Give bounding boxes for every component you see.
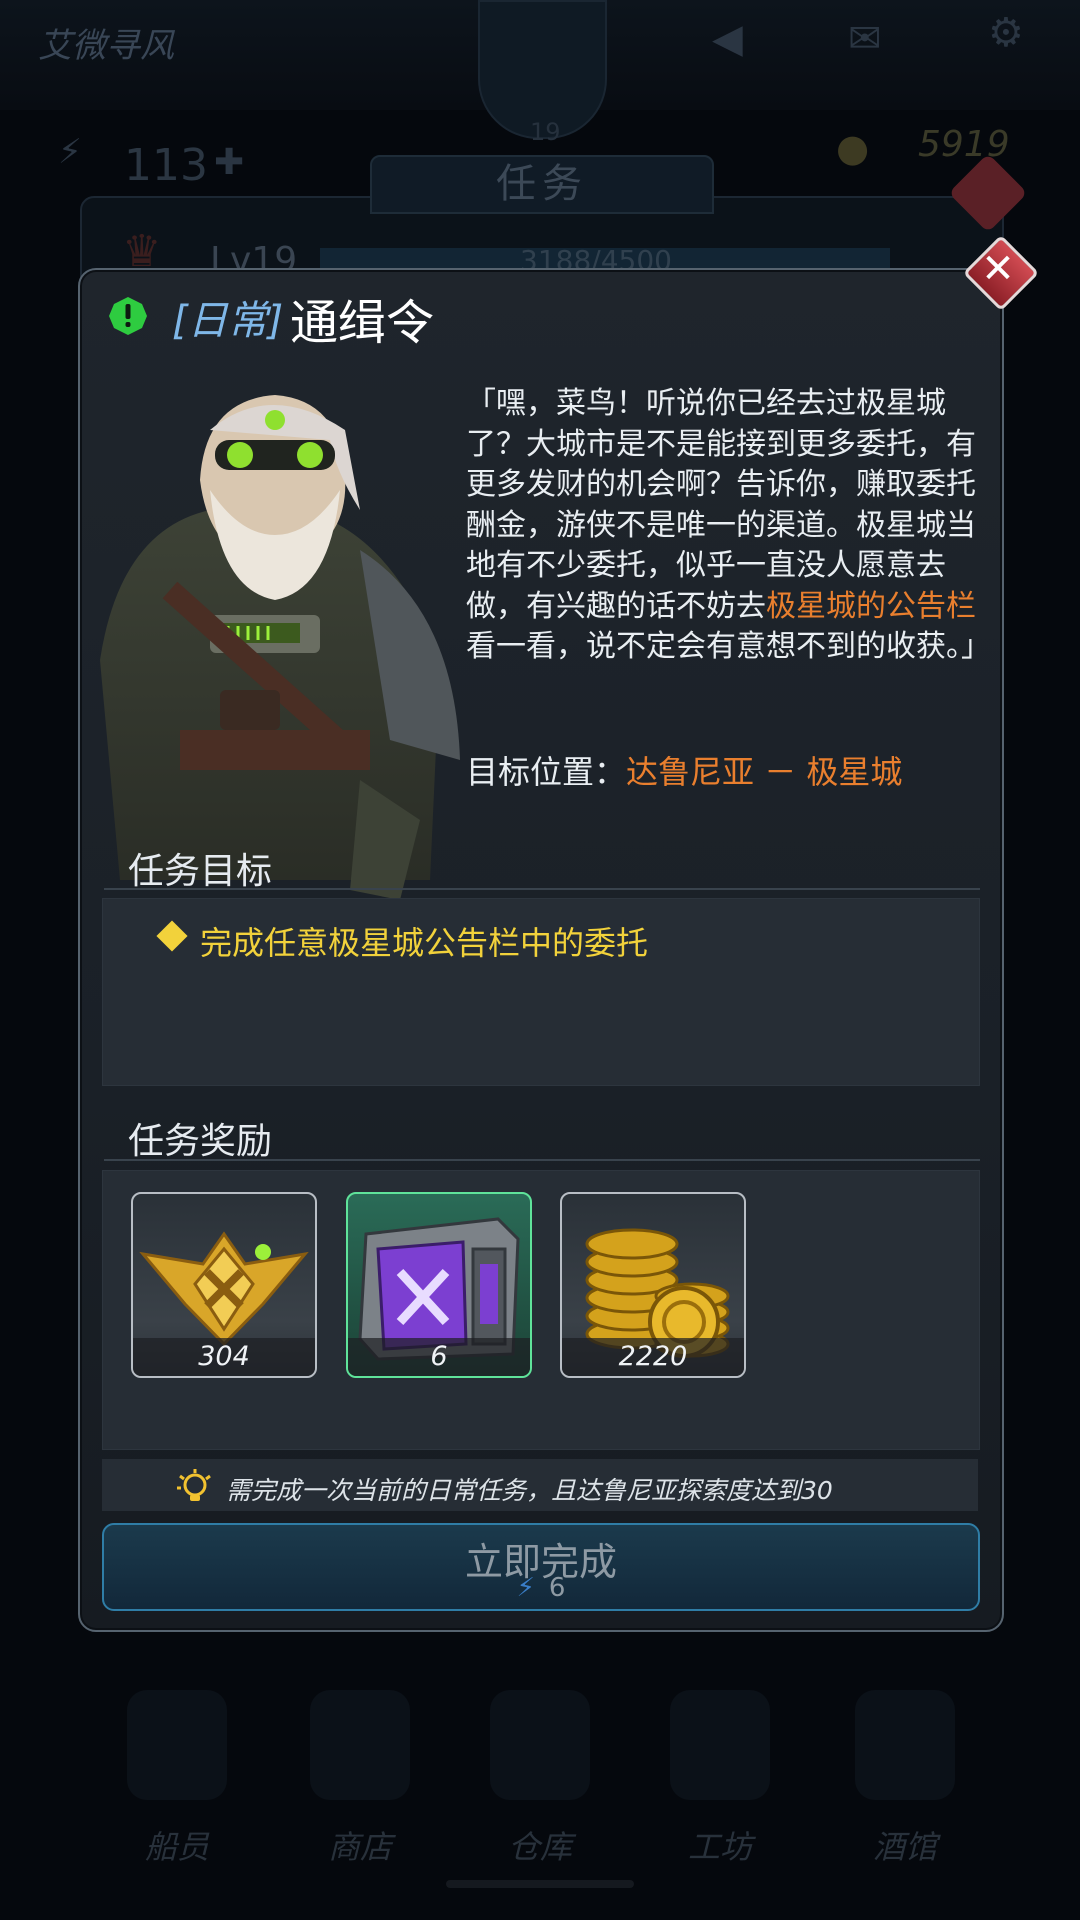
- nav-workshop-icon[interactable]: [670, 1690, 770, 1800]
- nav-crew[interactable]: 船员: [107, 1822, 247, 1868]
- nav-tavern[interactable]: 酒馆: [835, 1822, 975, 1868]
- nav-crew-icon[interactable]: [127, 1690, 227, 1800]
- quest-title: 通缉令: [290, 295, 435, 351]
- reward-count: 6: [348, 1338, 530, 1376]
- alert-icon: [109, 297, 147, 335]
- hint-text: 需完成一次当前的日常任务，且达鲁尼亚探索度达到30: [226, 1476, 833, 1505]
- objective-divider: [104, 888, 980, 890]
- app-title: 艾微寻风: [38, 26, 174, 66]
- nav-workshop[interactable]: 工坊: [650, 1822, 790, 1868]
- coin-value: 5919: [918, 124, 1010, 165]
- nav-shop[interactable]: 商店: [290, 1822, 430, 1868]
- objective-header: 任务目标: [128, 851, 273, 892]
- complete-now-button[interactable]: 立即完成 ⚡ 6: [102, 1523, 980, 1611]
- coin-icon: ●: [836, 126, 870, 170]
- quest-type-tag: [日常]: [172, 298, 284, 344]
- home-indicator: [446, 1880, 634, 1888]
- target-location: 目标位置：达鲁尼亚 － 极星城: [466, 747, 902, 793]
- close-icon: ✕: [981, 246, 1015, 292]
- emblem-level: 19: [530, 118, 561, 146]
- energy-bolt-icon: ⚡: [516, 1573, 535, 1603]
- close-button[interactable]: ✕: [962, 234, 1040, 312]
- nav-tavern-icon[interactable]: [855, 1690, 955, 1800]
- reward-divider: [104, 1159, 980, 1161]
- energy-cost: ⚡ 6: [104, 1573, 978, 1603]
- bulletin-board-link: 极星城的公告栏: [766, 588, 976, 624]
- energy-icon: ⚡: [58, 132, 82, 172]
- reward-item-emblem[interactable]: 304: [131, 1192, 317, 1378]
- reward-item-coins[interactable]: 2220: [560, 1192, 746, 1378]
- nav-warehouse[interactable]: 仓库: [470, 1822, 610, 1868]
- dialog-tab-title: 任务: [370, 155, 714, 214]
- target-location-label: 目标位置：: [466, 753, 627, 791]
- nav-warehouse-icon[interactable]: [490, 1690, 590, 1800]
- energy-cost-value: 6: [548, 1573, 566, 1603]
- reward-item-crate[interactable]: 6: [346, 1192, 532, 1378]
- reward-header: 任务奖励: [128, 1121, 273, 1162]
- energy-value: 113: [124, 140, 208, 191]
- lightbulb-icon: [177, 1469, 211, 1501]
- plus-icon[interactable]: ✚: [214, 142, 244, 183]
- target-location-value: 达鲁尼亚 － 极星城: [626, 753, 903, 791]
- speaker-icon[interactable]: ◀: [712, 16, 743, 62]
- reward-count: 2220: [562, 1338, 744, 1376]
- nav-shop-icon[interactable]: [310, 1690, 410, 1800]
- npc-dialogue: 「嘿，菜鸟！听说你已经去过极星城了？大城市是不是能接到更多委托，有更多发财的机会…: [466, 384, 996, 668]
- mail-icon[interactable]: ✉: [848, 16, 882, 62]
- dialogue-text-end: 看一看，说不定会有意想不到的收获。」: [466, 629, 991, 664]
- npc-portrait: [100, 395, 460, 900]
- objective-item: 完成任意极星城公告栏中的委托: [200, 924, 649, 962]
- reward-count: 304: [133, 1338, 315, 1376]
- settings-gear-icon[interactable]: ⚙: [988, 10, 1024, 56]
